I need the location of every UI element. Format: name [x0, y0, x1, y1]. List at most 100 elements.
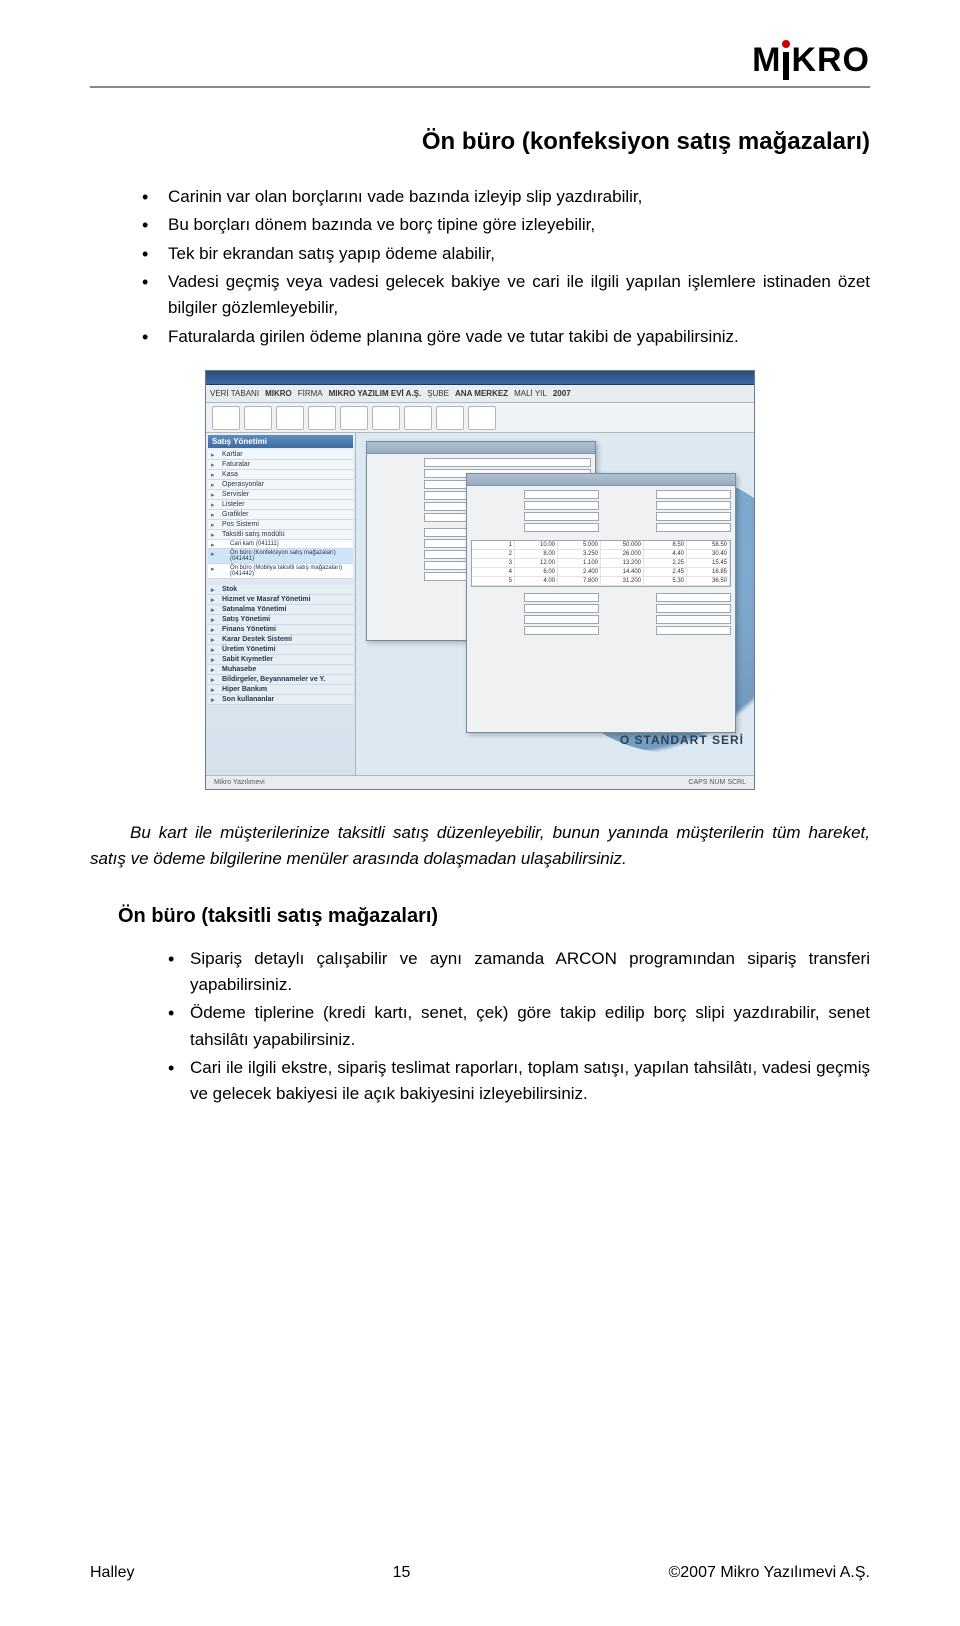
sidebar-group[interactable]: Üretim Yönetimi — [208, 645, 353, 655]
list-item: Carinin var olan borçlarını vade bazında… — [140, 184, 870, 210]
table-row[interactable]: 5 4.00 7.800 31.200 5.30 36.50 — [472, 577, 730, 586]
sidebar-group[interactable]: Satınalma Yönetimi — [208, 605, 353, 615]
bullet-list-2: Sipariş detaylı çalışabilir ve aynı zama… — [90, 946, 870, 1108]
embedded-screenshot: VERİ TABANI MIKRO FİRMA MIKRO YAZILIM EV… — [205, 370, 755, 790]
branch-value: ANA MERKEZ — [455, 389, 508, 398]
bullet-list-1: Carinin var olan borçlarını vade bazında… — [90, 184, 870, 350]
toolbar-button[interactable] — [468, 406, 496, 430]
text-field[interactable] — [656, 523, 731, 532]
branch-label: ŞUBE — [427, 389, 449, 398]
text-field[interactable] — [656, 512, 731, 521]
sidebar-item[interactable]: Servisler — [208, 490, 353, 500]
text-field[interactable] — [524, 490, 599, 499]
page-header: M KRO — [90, 40, 870, 88]
text-field[interactable] — [424, 458, 591, 467]
series-label: O STANDART SERİ — [620, 733, 744, 747]
text-field[interactable] — [656, 615, 731, 624]
window-titlebar[interactable] — [367, 442, 595, 454]
text-field[interactable] — [524, 512, 599, 521]
sidebar-subitem[interactable]: Ön büro (Konfeksiyon satış mağazaları) (… — [208, 549, 353, 564]
app-titlebar — [206, 371, 754, 385]
logo-letter-i — [781, 40, 791, 80]
toolbar-button[interactable] — [244, 406, 272, 430]
firm-value: MIKRO YAZILIM EVİ A.Ş. — [329, 389, 422, 398]
page-title: Ön büro (konfeksiyon satış mağazaları) — [90, 128, 870, 156]
sidebar-group[interactable]: Hiper Bankım — [208, 685, 353, 695]
child-window-detail: 1 10.00 5.000 50.000 8.50 58.50 2 8.00 3… — [466, 473, 736, 733]
text-field[interactable] — [656, 604, 731, 613]
sidebar-subitem[interactable]: Ön büro (Mobilya taksitli satış mağazala… — [208, 564, 353, 579]
data-table: 1 10.00 5.000 50.000 8.50 58.50 2 8.00 3… — [471, 540, 731, 587]
sidebar-item[interactable]: Grafikler — [208, 510, 353, 520]
year-label: MALİ YIL — [514, 389, 547, 398]
sidebar-item[interactable]: Kasa — [208, 470, 353, 480]
list-item: Faturalarda girilen ödeme planına göre v… — [140, 324, 870, 350]
toolbar-button[interactable] — [436, 406, 464, 430]
app-body: Satış Yönetimi Kartlar Faturalar Kasa Op… — [206, 433, 754, 775]
logo-dot-icon — [782, 40, 790, 48]
sidebar: Satış Yönetimi Kartlar Faturalar Kasa Op… — [206, 433, 356, 775]
toolbar-button[interactable] — [372, 406, 400, 430]
sidebar-group[interactable]: Muhasebe — [208, 665, 353, 675]
document-page: M KRO Ön büro (konfeksiyon satış mağazal… — [0, 0, 960, 1626]
footer-right: ©2007 Mikro Yazılımevi A.Ş. — [668, 1564, 870, 1582]
firm-label: FİRMA — [298, 389, 323, 398]
text-field[interactable] — [524, 501, 599, 510]
footer-left: Halley — [90, 1564, 134, 1582]
sidebar-group[interactable]: Bildirgeler, Beyannameler ve Y. — [208, 675, 353, 685]
brand-logo: M KRO — [752, 40, 870, 80]
sidebar-item[interactable]: Taksitli satış modülü — [208, 530, 353, 540]
status-left: Mikro Yazılımevi — [214, 779, 265, 786]
sidebar-group[interactable]: Finans Yönetimi — [208, 625, 353, 635]
sidebar-group[interactable]: Stok — [208, 585, 353, 595]
sidebar-item[interactable]: Operasyonlar — [208, 480, 353, 490]
text-field[interactable] — [656, 490, 731, 499]
app-info-bar: VERİ TABANI MIKRO FİRMA MIKRO YAZILIM EV… — [206, 385, 754, 403]
toolbar-button[interactable] — [212, 406, 240, 430]
sidebar-item[interactable]: Listeler — [208, 500, 353, 510]
logo-text: KRO — [791, 41, 870, 80]
sidebar-item[interactable]: Kartlar — [208, 450, 353, 460]
sidebar-group[interactable]: Hizmet ve Masraf Yönetimi — [208, 595, 353, 605]
text-field[interactable] — [524, 615, 599, 624]
logo-text: M — [752, 41, 781, 80]
toolbar-button[interactable] — [276, 406, 304, 430]
sidebar-subitem[interactable]: Cari kartı (041111) — [208, 540, 353, 549]
text-field[interactable] — [524, 604, 599, 613]
text-field[interactable] — [524, 593, 599, 602]
status-bar: Mikro Yazılımevi CAPS NUM SCRL — [206, 775, 754, 789]
sidebar-group[interactable]: Karar Destek Sistemi — [208, 635, 353, 645]
page-footer: Halley 15 ©2007 Mikro Yazılımevi A.Ş. — [90, 1564, 870, 1582]
main-area: 1 10.00 5.000 50.000 8.50 58.50 2 8.00 3… — [356, 433, 754, 775]
table-row[interactable]: 3 12.00 1.100 13.200 2.25 15.45 — [472, 559, 730, 568]
sidebar-item[interactable]: Faturalar — [208, 460, 353, 470]
list-item: Cari ile ilgili ekstre, sipariş teslimat… — [140, 1055, 870, 1108]
db-label: VERİ TABANI — [210, 389, 259, 398]
sidebar-header: Satış Yönetimi — [208, 435, 353, 448]
sidebar-group[interactable]: Son kullananlar — [208, 695, 353, 705]
text-field[interactable] — [656, 626, 731, 635]
sidebar-group[interactable]: Satış Yönetimi — [208, 615, 353, 625]
text-field[interactable] — [524, 523, 599, 532]
list-item: Tek bir ekrandan satış yapıp ödeme alabi… — [140, 241, 870, 267]
list-item: Ödeme tiplerine (kredi kartı, senet, çek… — [140, 1000, 870, 1053]
text-field[interactable] — [656, 593, 731, 602]
toolbar-button[interactable] — [404, 406, 432, 430]
sidebar-group[interactable]: Sabit Kıymetler — [208, 655, 353, 665]
window-titlebar[interactable] — [467, 474, 735, 486]
table-row[interactable]: 1 10.00 5.000 50.000 8.50 58.50 — [472, 541, 730, 550]
list-item: Vadesi geçmiş veya vadesi gelecek bakiye… — [140, 269, 870, 322]
table-row[interactable]: 4 6.00 2.400 14.400 2.45 16.85 — [472, 568, 730, 577]
text-field[interactable] — [656, 501, 731, 510]
body-paragraph: Bu kart ile müşterilerinize taksitli sat… — [90, 820, 870, 873]
section-subtitle: Ön büro (taksitli satış mağazaları) — [118, 905, 870, 928]
db-value: MIKRO — [265, 389, 292, 398]
app-toolbar — [206, 403, 754, 433]
toolbar-button[interactable] — [340, 406, 368, 430]
window-body: 1 10.00 5.000 50.000 8.50 58.50 2 8.00 3… — [467, 486, 735, 641]
text-field[interactable] — [524, 626, 599, 635]
sidebar-item[interactable]: Pos Sistemi — [208, 520, 353, 530]
table-row[interactable]: 2 8.00 3.250 26.000 4.40 30.40 — [472, 550, 730, 559]
toolbar-button[interactable] — [308, 406, 336, 430]
list-item: Bu borçları dönem bazında ve borç tipine… — [140, 212, 870, 238]
